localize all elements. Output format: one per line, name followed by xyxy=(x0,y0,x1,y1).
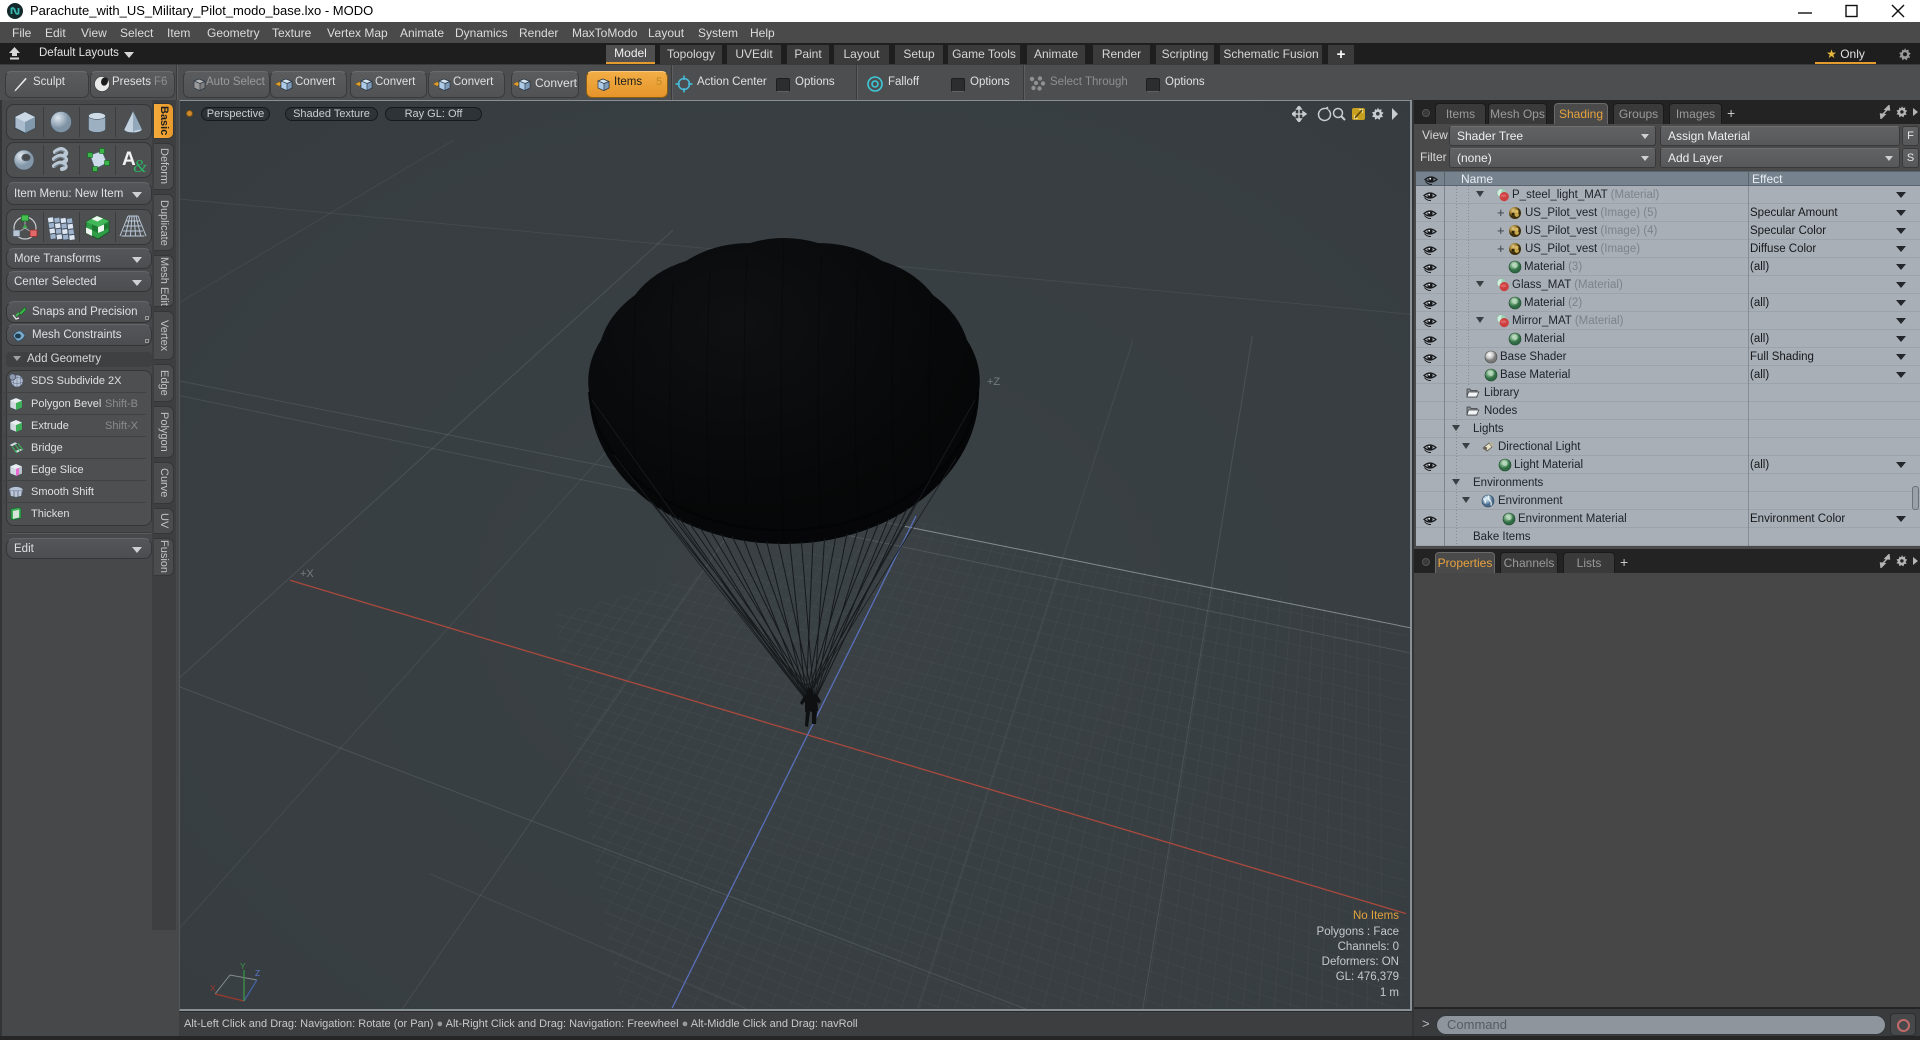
svg-text:&: & xyxy=(133,156,147,176)
svg-text:X: X xyxy=(210,983,216,993)
svg-text:Y: Y xyxy=(240,961,246,971)
svg-text:+X: +X xyxy=(300,568,314,580)
svg-text:+Z: +Z xyxy=(987,376,1000,388)
svg-text:Z: Z xyxy=(255,968,260,978)
